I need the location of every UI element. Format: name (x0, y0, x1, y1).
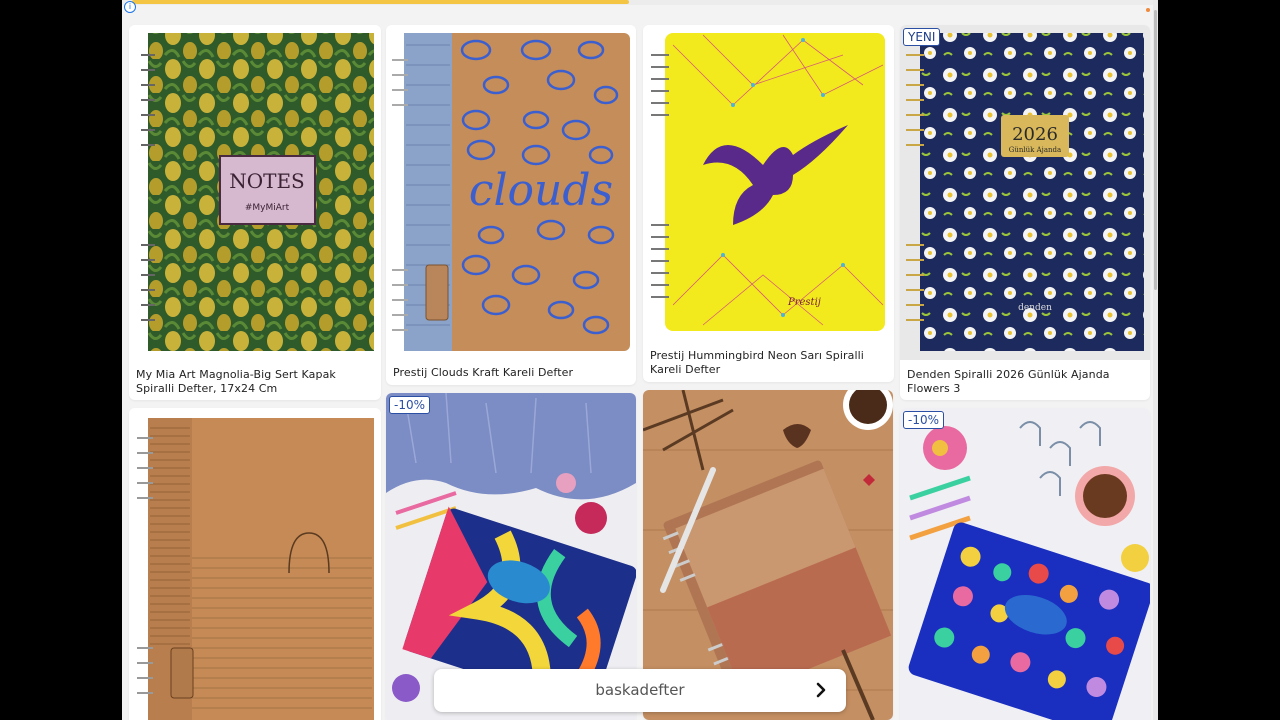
new-badge: YENI (903, 28, 941, 46)
product-image[interactable]: clouds (386, 25, 636, 355)
product-card[interactable]: Prestij Prestij Hummingbird Neon Sarı Sp… (643, 25, 894, 382)
info-icon[interactable]: i (124, 1, 136, 13)
cover-subtitle: #MyMiArt (245, 203, 290, 213)
product-card[interactable]: YENI 2026 Günlük Ajanda denden Denden Sp… (900, 25, 1150, 400)
results-viewport: i NOTES #MyMiArt My Mia Art Magnolia-Big… (122, 0, 1158, 720)
loading-progress-bar (122, 0, 1158, 5)
svg-text:Prestij: Prestij (787, 297, 821, 308)
scrollbar[interactable] (1153, 0, 1158, 720)
discount-badge: -10% (903, 411, 945, 429)
product-card[interactable] (129, 408, 381, 720)
search-suggestion-bar[interactable]: baskadefter (434, 669, 846, 712)
cover-title: NOTES (229, 169, 305, 193)
product-card[interactable]: clouds Prestij Clouds Kraft Kareli Defte… (386, 25, 636, 385)
product-image[interactable] (900, 408, 1150, 720)
cover-subtitle: Günlük Ajanda (1009, 146, 1061, 154)
notification-dot (1146, 8, 1150, 12)
product-title[interactable]: Denden Spiralli 2026 Günlük Ajanda Flowe… (907, 368, 1144, 395)
product-image[interactable]: NOTES #MyMiArt (129, 25, 381, 360)
product-image[interactable] (129, 408, 381, 720)
cover-title: clouds (469, 165, 613, 216)
product-title[interactable]: Prestij Hummingbird Neon Sarı Spiralli K… (650, 349, 888, 376)
product-title[interactable]: My Mia Art Magnolia-Big Sert Kapak Spira… (136, 368, 375, 395)
product-card[interactable]: -10% (900, 408, 1150, 720)
cover-title: 2026 (1012, 124, 1058, 145)
chevron-right-icon[interactable] (812, 681, 830, 699)
product-image[interactable]: Prestij (643, 25, 894, 340)
product-card[interactable]: NOTES #MyMiArt My Mia Art Magnolia-Big S… (129, 25, 381, 400)
product-image[interactable]: 2026 Günlük Ajanda denden (900, 25, 1150, 360)
discount-badge: -10% (389, 396, 431, 414)
brand-mark: denden (1018, 303, 1052, 313)
search-query-text: baskadefter (595, 681, 685, 699)
product-title[interactable]: Prestij Clouds Kraft Kareli Defter (393, 366, 630, 380)
